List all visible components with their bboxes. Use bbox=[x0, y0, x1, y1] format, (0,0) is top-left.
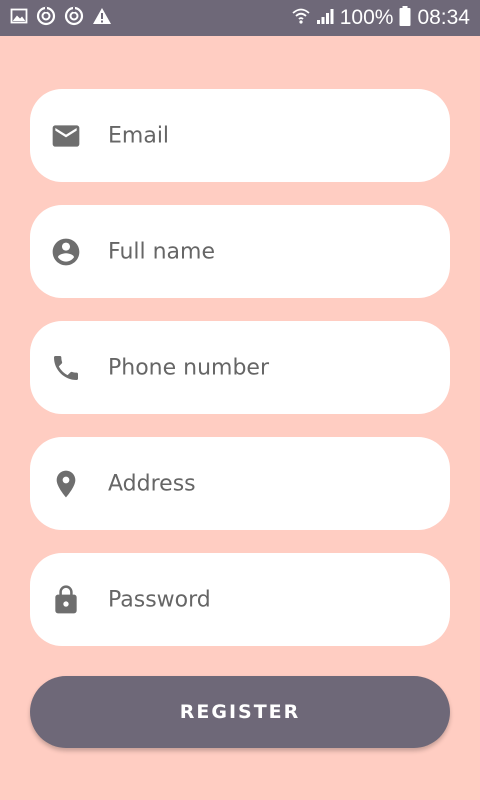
full-name-field[interactable]: Full name bbox=[30, 205, 450, 298]
address-field[interactable]: Address bbox=[30, 437, 450, 530]
address-placeholder: Address bbox=[108, 471, 196, 496]
battery-percent: 100% bbox=[339, 6, 394, 29]
phone-number-placeholder: Phone number bbox=[108, 355, 270, 380]
lock-icon bbox=[50, 584, 82, 616]
status-bar: 100% 08:34 bbox=[0, 0, 480, 36]
full-name-placeholder: Full name bbox=[108, 239, 216, 264]
phone-icon bbox=[50, 352, 82, 384]
image-icon bbox=[10, 8, 28, 28]
clock: 08:34 bbox=[417, 6, 470, 29]
status-notifications bbox=[10, 6, 120, 30]
wifi-icon bbox=[292, 6, 310, 30]
account-circle-icon bbox=[50, 236, 82, 268]
warning-icon bbox=[92, 7, 112, 29]
sync-icon bbox=[36, 6, 56, 30]
email-field[interactable]: Email bbox=[30, 89, 450, 182]
email-icon bbox=[50, 120, 82, 152]
register-button[interactable]: REGISTER bbox=[30, 676, 450, 748]
location-pin-icon bbox=[50, 468, 82, 500]
phone-number-field[interactable]: Phone number bbox=[30, 321, 450, 414]
password-field[interactable]: Password bbox=[30, 553, 450, 646]
status-system: 100% 08:34 bbox=[286, 0, 470, 36]
password-placeholder: Password bbox=[108, 587, 211, 612]
signal-icon bbox=[316, 7, 334, 29]
email-placeholder: Email bbox=[108, 123, 170, 148]
sync-icon bbox=[64, 6, 84, 30]
battery-icon bbox=[399, 6, 411, 30]
